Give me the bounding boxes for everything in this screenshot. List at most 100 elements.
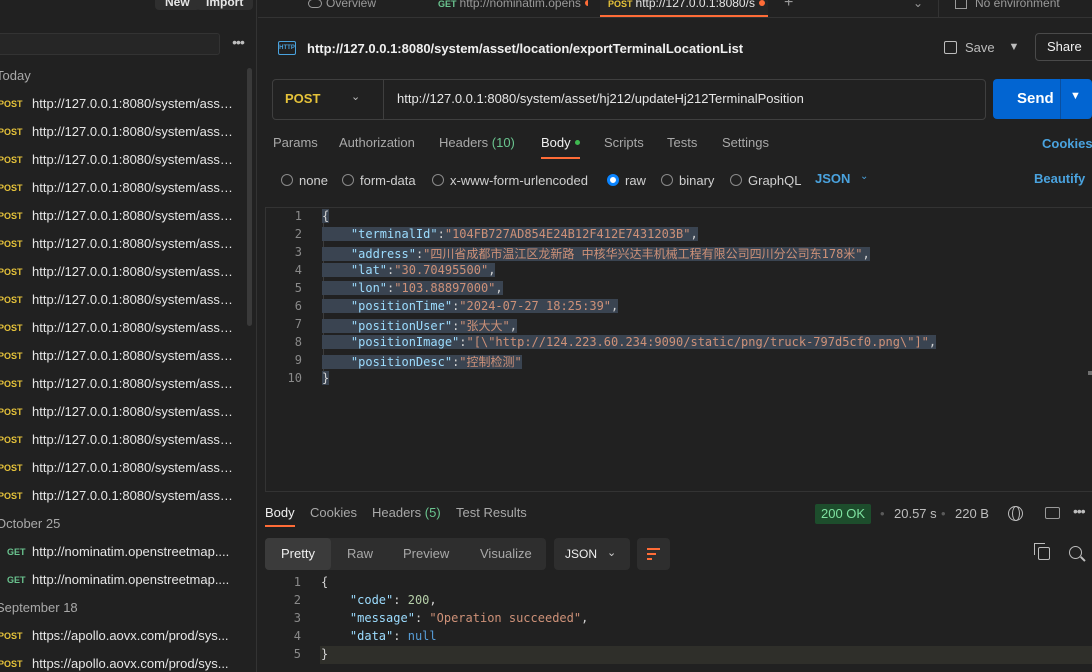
tabs-dropdown-button[interactable]: ⌄ (913, 0, 929, 17)
radio-icon (730, 174, 742, 186)
tab-nominatim[interactable]: GET http://nominatim.opens (438, 0, 588, 17)
code-brace: { (322, 209, 330, 223)
history-item[interactable]: POST http://127.0.0.1:8080/system/asse... (0, 370, 245, 398)
code-line: "data": null (349, 629, 437, 643)
code-brace: } (322, 371, 330, 385)
history-filter-input[interactable] (0, 33, 220, 55)
globe-icon[interactable] (1008, 506, 1023, 521)
search-icon[interactable] (1069, 546, 1082, 559)
history-item-method: POST (0, 351, 23, 361)
save-dropdown-button[interactable]: ▼ (1004, 36, 1024, 58)
history-item-url: https://apollo.aovx.com/prod/sys... (32, 628, 229, 643)
tab-settings[interactable]: Settings (722, 133, 769, 159)
history-item[interactable]: POST https://apollo.aovx.com/prod/sys... (0, 650, 245, 672)
history-group-label[interactable]: September 18 (0, 594, 245, 622)
request-body-editor[interactable]: 1 {2 "terminalId":"104FB727AD854E24B12F41… (265, 207, 1092, 492)
history-item[interactable]: POST http://127.0.0.1:8080/system/asse... (0, 90, 245, 118)
method-select[interactable]: POST ⌄ (273, 80, 384, 119)
history-item[interactable]: POST http://127.0.0.1:8080/system/asse... (0, 482, 245, 510)
tab-scripts[interactable]: Scripts (604, 133, 644, 159)
history-item-method: GET (7, 547, 26, 557)
history-item[interactable]: POST http://127.0.0.1:8080/system/asse... (0, 454, 245, 482)
request-title-text[interactable]: http://127.0.0.1:8080/system/asset/locat… (307, 41, 743, 56)
view-raw[interactable]: Raw (347, 546, 373, 561)
share-button[interactable]: Share (1035, 33, 1092, 61)
more-options-icon[interactable]: ••• (1073, 503, 1086, 519)
history-item[interactable]: POST http://127.0.0.1:8080/system/asse... (0, 202, 245, 230)
view-preview[interactable]: Preview (403, 546, 449, 561)
tab-overview[interactable]: Overview (308, 0, 418, 17)
environment-icon (955, 0, 967, 9)
status-badge[interactable]: 200 OK (815, 504, 872, 524)
request-tabs-bar: Overview GET http://nominatim.opens POST h… (258, 0, 1092, 18)
tab-response-body[interactable]: Body (265, 505, 295, 527)
response-size[interactable]: 220 B (955, 506, 989, 521)
save-button[interactable]: Save (944, 36, 995, 58)
beautify-button[interactable]: Beautify (1034, 171, 1085, 186)
history-item[interactable]: POST http://127.0.0.1:8080/system/asse... (0, 174, 245, 202)
tab-tests[interactable]: Tests (667, 133, 697, 159)
history-item[interactable]: POST http://127.0.0.1:8080/system/asse... (0, 118, 245, 146)
line-number: 5 (293, 647, 301, 661)
environment-selector[interactable]: No environment (955, 0, 1092, 17)
send-button[interactable]: Send ▼ (993, 79, 1092, 119)
history-item[interactable]: POST https://apollo.aovx.com/prod/sys... (0, 622, 245, 650)
tab-params[interactable]: Params (273, 133, 318, 159)
tab-response-cookies[interactable]: Cookies (310, 505, 357, 527)
add-tab-button[interactable]: + (784, 0, 804, 17)
chevron-down-icon[interactable]: ▼ (1070, 90, 1081, 102)
chevron-down-icon: ⌄ (607, 547, 617, 559)
new-button[interactable]: New (155, 0, 200, 10)
url-input[interactable]: http://127.0.0.1:8080/system/asset/hj212… (397, 91, 804, 106)
view-pretty[interactable]: Pretty (281, 546, 315, 561)
radio-form-data[interactable]: form-data (342, 171, 416, 189)
history-item[interactable]: POST http://127.0.0.1:8080/system/asse... (0, 230, 245, 258)
tab-active-request[interactable]: POST http://127.0.0.1:8080/s (600, 0, 768, 17)
history-item[interactable]: POST http://127.0.0.1:8080/system/asse... (0, 314, 245, 342)
tab-authorization[interactable]: Authorization (339, 133, 415, 159)
history-item[interactable]: POST http://127.0.0.1:8080/system/asse... (0, 258, 245, 286)
body-format-select[interactable]: JSON (815, 171, 850, 186)
history-item-url: http://127.0.0.1:8080/system/asse... (32, 152, 237, 167)
history-item[interactable]: GET http://nominatim.openstreetmap.... (0, 566, 245, 594)
radio-none[interactable]: none (281, 171, 328, 189)
view-visualize[interactable]: Visualize (480, 546, 532, 561)
chevron-down-icon[interactable]: ⌄ (860, 171, 868, 182)
history-item[interactable]: POST http://127.0.0.1:8080/system/asse... (0, 342, 245, 370)
history-item[interactable]: POST http://127.0.0.1:8080/system/asse... (0, 426, 245, 454)
history-item-url: http://127.0.0.1:8080/system/asse... (32, 404, 237, 419)
history-item[interactable]: POST http://127.0.0.1:8080/system/asse... (0, 286, 245, 314)
history-item-method: POST (0, 463, 23, 473)
sidebar-scrollbar[interactable] (247, 68, 252, 326)
import-button[interactable]: Import (196, 0, 254, 10)
tab-body[interactable]: Body (541, 133, 580, 159)
history-group-label[interactable]: Today (0, 62, 245, 90)
tab-test-results[interactable]: Test Results (456, 505, 527, 527)
tab-response-headers[interactable]: Headers (5) (372, 505, 441, 527)
tab-headers[interactable]: Headers (10) (439, 133, 515, 159)
radio-graphql[interactable]: GraphQL (730, 171, 801, 189)
response-format-select[interactable]: JSON ⌄ (554, 538, 630, 570)
history-item-method: POST (0, 183, 23, 193)
history-item[interactable]: GET http://nominatim.openstreetmap.... (0, 538, 245, 566)
save-response-icon[interactable] (1045, 507, 1060, 519)
history-item-url: https://apollo.aovx.com/prod/sys... (32, 656, 229, 671)
response-body-viewer[interactable]: 1 {2 "code": 200, 3 "message": "Operation … (265, 574, 1092, 672)
response-time[interactable]: 20.57 s (894, 506, 937, 521)
cookies-link[interactable]: Cookies (1042, 136, 1092, 151)
radio-binary[interactable]: binary (661, 171, 714, 189)
history-item[interactable]: POST http://127.0.0.1:8080/system/asse... (0, 398, 245, 426)
history-item-method: POST (0, 239, 23, 249)
unsaved-dot (758, 0, 765, 6)
json-separator: , (488, 263, 496, 277)
meta-separator: • (941, 506, 946, 521)
radio-urlencoded[interactable]: x-www-form-urlencoded (432, 171, 588, 189)
history-group-label[interactable]: October 25 (0, 510, 245, 538)
history-item-method: POST (0, 127, 23, 137)
json-key: "positionUser" (350, 319, 453, 333)
radio-raw[interactable]: raw (607, 171, 646, 189)
filter-icon[interactable] (637, 538, 670, 570)
copy-icon[interactable] (1034, 543, 1050, 560)
history-item[interactable]: POST http://127.0.0.1:8080/system/asse... (0, 146, 245, 174)
sidebar-more-button[interactable]: ••• (228, 33, 248, 53)
